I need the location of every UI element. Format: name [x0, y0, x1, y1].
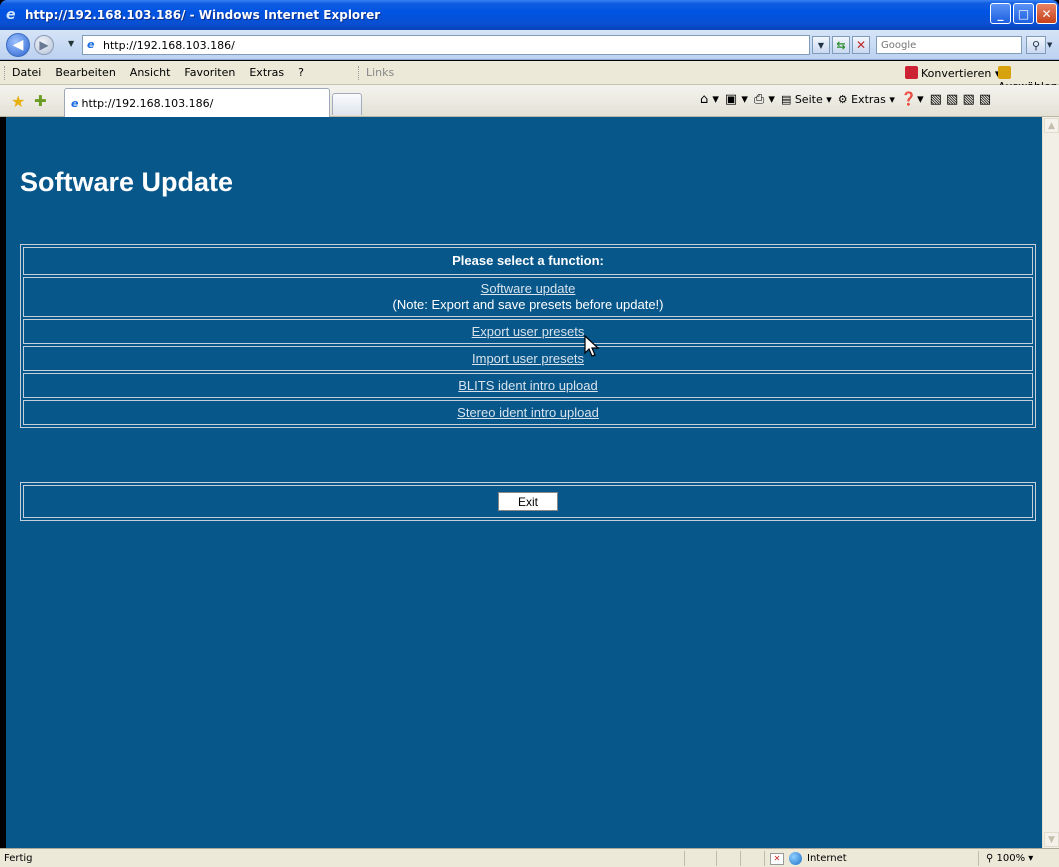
status-bar: Fertig ✕ Internet ⚲ 100% ▾: [0, 848, 1059, 867]
menu-datei[interactable]: Datei: [12, 66, 41, 79]
scroll-up-icon[interactable]: ▲: [1044, 118, 1059, 133]
links-grip: [358, 66, 359, 80]
search-input[interactable]: [881, 37, 1019, 53]
tab-label: http://192.168.103.186/: [81, 96, 214, 110]
mouse-pointer-icon: [584, 335, 600, 357]
status-divider: [978, 851, 979, 866]
menu-help[interactable]: ?: [298, 66, 304, 79]
menu-ansicht[interactable]: Ansicht: [130, 66, 171, 79]
address-input[interactable]: e http://192.168.103.186/: [82, 35, 810, 55]
search-field[interactable]: [876, 36, 1022, 54]
status-divider: [684, 851, 685, 866]
exit-row: Exit: [23, 485, 1033, 518]
function-table: Please select a function: Software updat…: [20, 244, 1036, 428]
links-toolbar[interactable]: Links: [366, 66, 394, 79]
status-text: Fertig: [4, 853, 33, 864]
function-row-stereo: Stereo ident intro upload: [23, 400, 1033, 425]
convert-button[interactable]: Konvertieren ▾: [905, 66, 1000, 80]
address-toolbar: ◀ ▶ ▼ e http://192.168.103.186/ ▼ ⇆ ✕ ⚲ …: [0, 30, 1059, 60]
software-update-link[interactable]: Software update: [481, 281, 576, 296]
status-divider: [740, 851, 741, 866]
address-dropdown-icon[interactable]: ▼: [812, 36, 830, 54]
menu-bearbeiten[interactable]: Bearbeiten: [55, 66, 115, 79]
command-bar: ⌂ ▾ ▣ ▾ ⎙ ▾ ▤ Seite ▾ ⚙ Extras ▾ ❓▾ ▧ ▧ …: [700, 92, 991, 107]
help-icon[interactable]: ❓▾: [901, 92, 924, 107]
scroll-down-icon[interactable]: ▼: [1044, 832, 1059, 847]
convert-label: Konvertieren: [921, 67, 992, 80]
close-button[interactable]: ✕: [1036, 3, 1057, 24]
addon-icon[interactable]: ▧ ▧ ▧ ▧: [930, 92, 992, 107]
search-options-icon[interactable]: ▼: [1047, 41, 1052, 49]
exit-button[interactable]: Exit: [498, 492, 558, 511]
pdf-convert-icon: [905, 66, 918, 79]
print-icon[interactable]: ⎙ ▾: [754, 92, 775, 107]
maximize-button[interactable]: □: [1013, 3, 1034, 24]
window-controls: _ □ ✕: [990, 3, 1057, 24]
zoom-level: 100%: [996, 853, 1026, 864]
page-content: Software Update Please select a function…: [6, 117, 1042, 848]
window-title: http://192.168.103.186/ - Windows Intern…: [25, 8, 381, 22]
add-favorite-icon[interactable]: ✚: [34, 92, 47, 110]
back-button[interactable]: ◀: [6, 33, 30, 57]
select-icon: [998, 66, 1011, 79]
function-row-export: Export user presets: [23, 319, 1033, 344]
search-icon[interactable]: ⚲: [1026, 36, 1046, 54]
software-update-note: (Note: Export and save presets before up…: [392, 297, 664, 312]
internet-globe-icon: [789, 852, 802, 865]
function-row-import: Import user presets: [23, 346, 1033, 371]
page-menu-label: Seite: [794, 93, 823, 106]
status-divider: [716, 851, 717, 866]
tab-page-icon: e: [71, 96, 79, 110]
home-icon[interactable]: ⌂ ▾: [700, 92, 719, 107]
page-icon: e: [87, 38, 95, 51]
menu-bar: Datei Bearbeiten Ansicht Favoriten Extra…: [0, 61, 1059, 93]
import-presets-link[interactable]: Import user presets: [472, 351, 584, 366]
zoom-control[interactable]: ⚲ 100% ▾: [986, 853, 1033, 864]
function-row-blits: BLITS ident intro upload: [23, 373, 1033, 398]
tab-active[interactable]: e http://192.168.103.186/: [64, 88, 330, 117]
exit-table: Exit: [20, 482, 1036, 521]
zone-label: Internet: [807, 853, 847, 864]
menu-favoriten[interactable]: Favoriten: [184, 66, 235, 79]
stop-icon[interactable]: ✕: [852, 36, 870, 54]
ie-logo-icon: e: [6, 7, 16, 23]
status-divider: [764, 851, 765, 866]
page-menu[interactable]: ▤ Seite ▾: [781, 93, 832, 106]
menu-extras[interactable]: Extras: [249, 66, 284, 79]
favorites-star-icon[interactable]: ★: [11, 92, 25, 111]
export-presets-link[interactable]: Export user presets: [472, 324, 585, 339]
blits-upload-link[interactable]: BLITS ident intro upload: [458, 378, 597, 393]
page-title: Software Update: [20, 167, 234, 197]
vertical-scrollbar[interactable]: ▲ ▼: [1042, 117, 1059, 848]
forward-button[interactable]: ▶: [34, 35, 54, 55]
address-url: http://192.168.103.186/: [103, 38, 235, 52]
function-row-software-update: Software update (Note: Export and save p…: [23, 277, 1033, 317]
tools-menu-label: Extras: [851, 93, 886, 106]
feeds-icon[interactable]: ▣ ▾: [725, 92, 748, 107]
tools-menu[interactable]: ⚙ Extras ▾: [838, 93, 895, 106]
minimize-button[interactable]: _: [990, 3, 1011, 24]
protected-mode-icon: ✕: [770, 852, 784, 865]
tab-toolbar: ★ ✚ e http://192.168.103.186/ ⌂ ▾ ▣ ▾ ⎙ …: [0, 85, 1059, 117]
window-title-bar[interactable]: e http://192.168.103.186/ - Windows Inte…: [0, 0, 1059, 30]
security-zone[interactable]: ✕ Internet: [770, 852, 847, 865]
toolbar-grip: [4, 66, 6, 80]
function-header: Please select a function:: [23, 247, 1033, 275]
new-tab-button[interactable]: [332, 93, 362, 115]
refresh-icon[interactable]: ⇆: [832, 36, 850, 54]
stereo-upload-link[interactable]: Stereo ident intro upload: [457, 405, 599, 420]
history-dropdown-icon[interactable]: ▼: [68, 39, 74, 48]
